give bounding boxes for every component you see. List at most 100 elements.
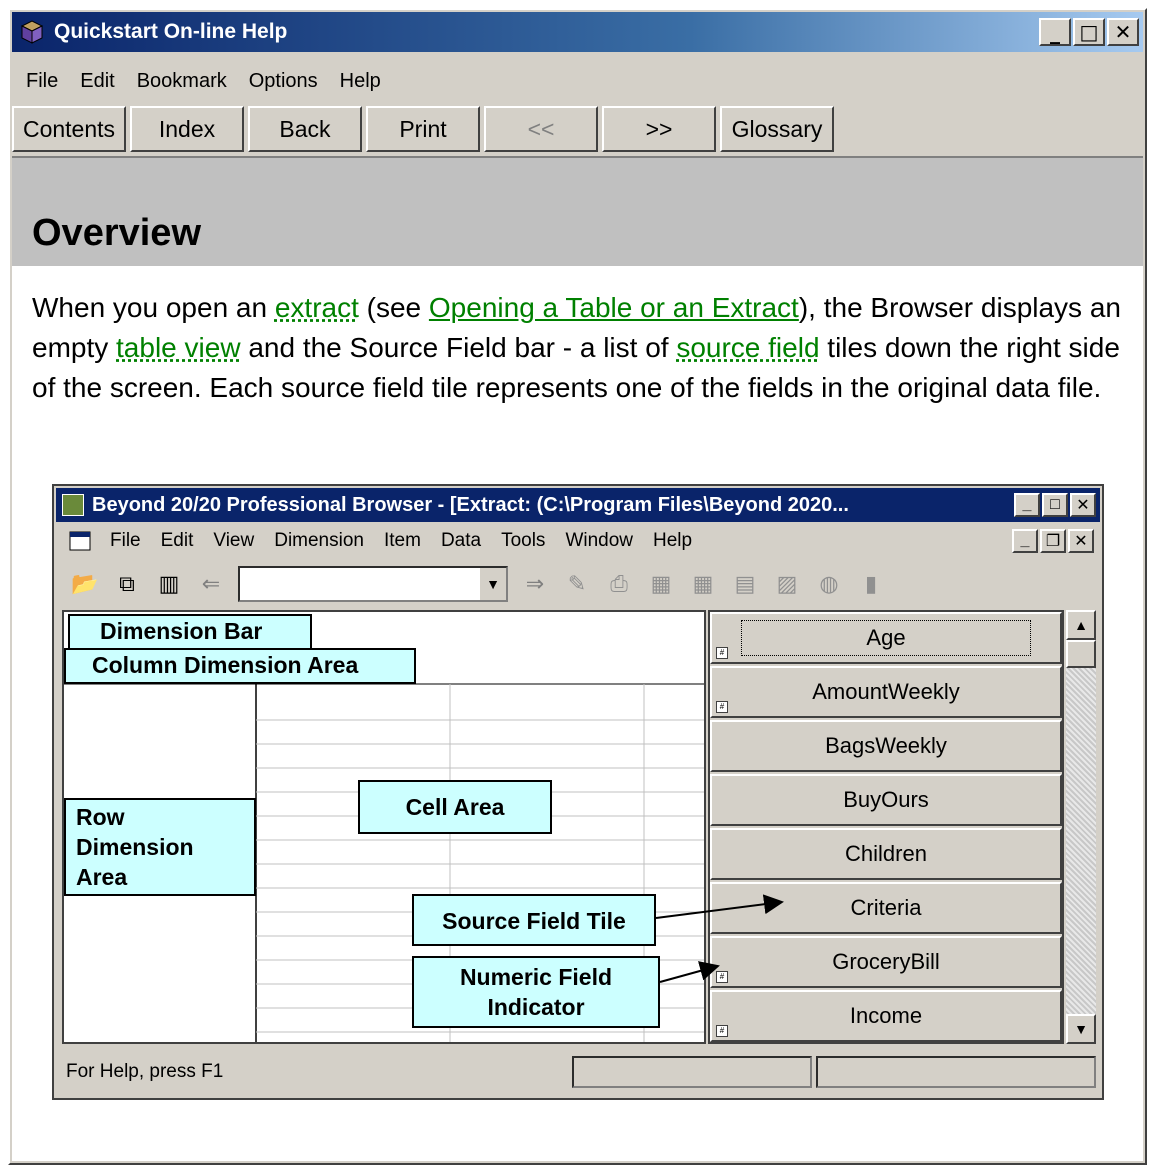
screenshot-menu-bar: File Edit View Dimension Item Data Tools… [56, 524, 1100, 558]
mdi-minimize-icon: _ [1012, 529, 1038, 553]
menu-file[interactable]: File [26, 70, 58, 93]
copy-icon: ⧉ [119, 571, 135, 596]
back-arrow-icon: ⇐ [201, 571, 221, 596]
topic-header: Overview [12, 156, 1143, 268]
dimension-bar-callout: Dimension Bar [68, 614, 312, 650]
menu-item: Tools [501, 530, 546, 551]
row-dimension-callout: Row Dimension Area [64, 798, 256, 896]
status-panel [816, 1056, 1096, 1088]
browse-previous-button[interactable]: << [484, 106, 598, 152]
menu-edit[interactable]: Edit [80, 70, 114, 93]
menu-options[interactable]: Options [249, 70, 318, 93]
numeric-indicator-icon: # [716, 1025, 728, 1037]
text: and the Source Field bar - a list of [240, 332, 677, 363]
close-button[interactable]: ✕ [1107, 18, 1139, 46]
numeric-indicator-icon: # [716, 971, 728, 983]
cell-area-callout: Cell Area [358, 780, 552, 834]
mdi-restore-icon: ❐ [1040, 529, 1066, 553]
menu-item: File [110, 530, 141, 551]
numeric-indicator-icon: # [716, 701, 728, 713]
source-field-bar: Age # AmountWeekly # BagsWeekly BuyOurs … [708, 610, 1064, 1044]
link-table-view[interactable]: table view [116, 332, 241, 363]
exit-icon: ▮ [864, 571, 878, 596]
menu-item: Window [565, 530, 634, 551]
menu-bookmark[interactable]: Bookmark [137, 70, 227, 93]
window-title: Quickstart On-line Help [54, 20, 288, 43]
tile-label: GroceryBill [832, 949, 940, 974]
menu-item: View [213, 530, 255, 551]
glossary-button[interactable]: Glossary [720, 106, 834, 152]
contents-button[interactable]: Contents [12, 106, 126, 152]
link-source-field[interactable]: source field [676, 332, 819, 363]
source-field-tile-callout: Source Field Tile [412, 894, 656, 946]
text: (see [358, 292, 429, 323]
help-nav-bar: Contents Index Back Print << >> Glossary [12, 106, 1143, 154]
source-field-tile: Children [710, 828, 1062, 880]
source-field-tile: Age # [710, 612, 1062, 664]
status-text: For Help, press F1 [66, 1061, 224, 1082]
scroll-up-icon: ▲ [1066, 610, 1096, 640]
numeric-field-indicator-callout: Numeric Field Indicator [412, 956, 660, 1028]
book-icon [20, 20, 44, 44]
forward-arrow-icon: ⇒ [525, 571, 545, 596]
print-button[interactable]: Print [366, 106, 480, 152]
tile-label: BuyOurs [843, 787, 929, 812]
screenshot-toolbar: 📂 ⧉ ▥ ⇐ ▼ ⇒ ✎ ⎙ ▦ ▦ ▤ ▨ ◍ ▮ [56, 562, 1100, 606]
page-title: Overview [32, 212, 201, 254]
source-field-tile: Criteria [710, 882, 1062, 934]
source-field-tile: Income # [710, 990, 1062, 1042]
help-window: Quickstart On-line Help _ □ ✕ File Edit … [8, 8, 1147, 1165]
tile-label: Criteria [850, 895, 922, 920]
column-dimension-callout: Column Dimension Area [64, 648, 416, 684]
globe-icon: ◍ [819, 571, 839, 596]
source-field-tile: AmountWeekly # [710, 666, 1062, 718]
table-icon: ▤ [734, 571, 756, 596]
tile-label: Age [741, 620, 1031, 656]
document-icon [69, 531, 91, 551]
scroll-thumb [1066, 640, 1096, 668]
menu-help[interactable]: Help [340, 70, 381, 93]
link-opening-table[interactable]: Opening a Table or an Extract [429, 292, 799, 323]
back-button[interactable]: Back [248, 106, 362, 152]
book-icon: ▥ [158, 571, 180, 596]
minimize-button[interactable]: _ [1039, 18, 1071, 46]
maximize-button[interactable]: □ [1073, 18, 1105, 46]
menu-bar: File Edit Bookmark Options Help [12, 64, 1143, 98]
close-icon: ✕ [1070, 493, 1096, 517]
mdi-close-icon: ✕ [1068, 529, 1094, 553]
menu-item: Help [653, 530, 693, 551]
title-bar[interactable]: Quickstart On-line Help _ □ ✕ [12, 12, 1143, 52]
tile-label: Income [849, 1003, 923, 1028]
link-extract[interactable]: extract [275, 292, 359, 323]
browser-screenshot: Beyond 20/20 Professional Browser - [Ext… [52, 484, 1104, 1100]
numeric-indicator-icon: # [716, 647, 728, 659]
status-panel [572, 1056, 812, 1088]
paperclip-icon: ✎ [567, 571, 587, 596]
screenshot-status-bar: For Help, press F1 [56, 1048, 1100, 1096]
open-folder-icon: 📂 [71, 571, 99, 596]
source-field-tile: BagsWeekly [710, 720, 1062, 772]
screenshot-title-bar: Beyond 20/20 Professional Browser - [Ext… [56, 488, 1100, 522]
scroll-down-icon: ▼ [1066, 1014, 1096, 1044]
table-view: Dimension Bar Column Dimension Area Row … [62, 610, 706, 1044]
browse-next-button[interactable]: >> [602, 106, 716, 152]
chart-icon: ▨ [776, 571, 798, 596]
app-icon [62, 494, 84, 516]
dropdown-icon: ▼ [478, 568, 506, 600]
index-button[interactable]: Index [130, 106, 244, 152]
source-field-tile: BuyOurs [710, 774, 1062, 826]
combo-box: ▼ [238, 566, 508, 602]
source-field-tile: GroceryBill # [710, 936, 1062, 988]
menu-item: Dimension [274, 530, 364, 551]
grid-icon: ▦ [650, 571, 672, 596]
grid-icon: ▦ [692, 571, 714, 596]
minimize-icon: _ [1014, 493, 1040, 517]
tile-label: Children [845, 841, 927, 866]
print-icon: ⎙ [610, 571, 628, 596]
text: When you open an [32, 292, 275, 323]
menu-item: Data [440, 530, 482, 551]
topic-content: When you open an extract (see Opening a … [12, 266, 1143, 1161]
overview-paragraph: When you open an extract (see Opening a … [32, 288, 1127, 408]
menu-item: Edit [160, 530, 194, 551]
maximize-icon: □ [1042, 493, 1068, 517]
